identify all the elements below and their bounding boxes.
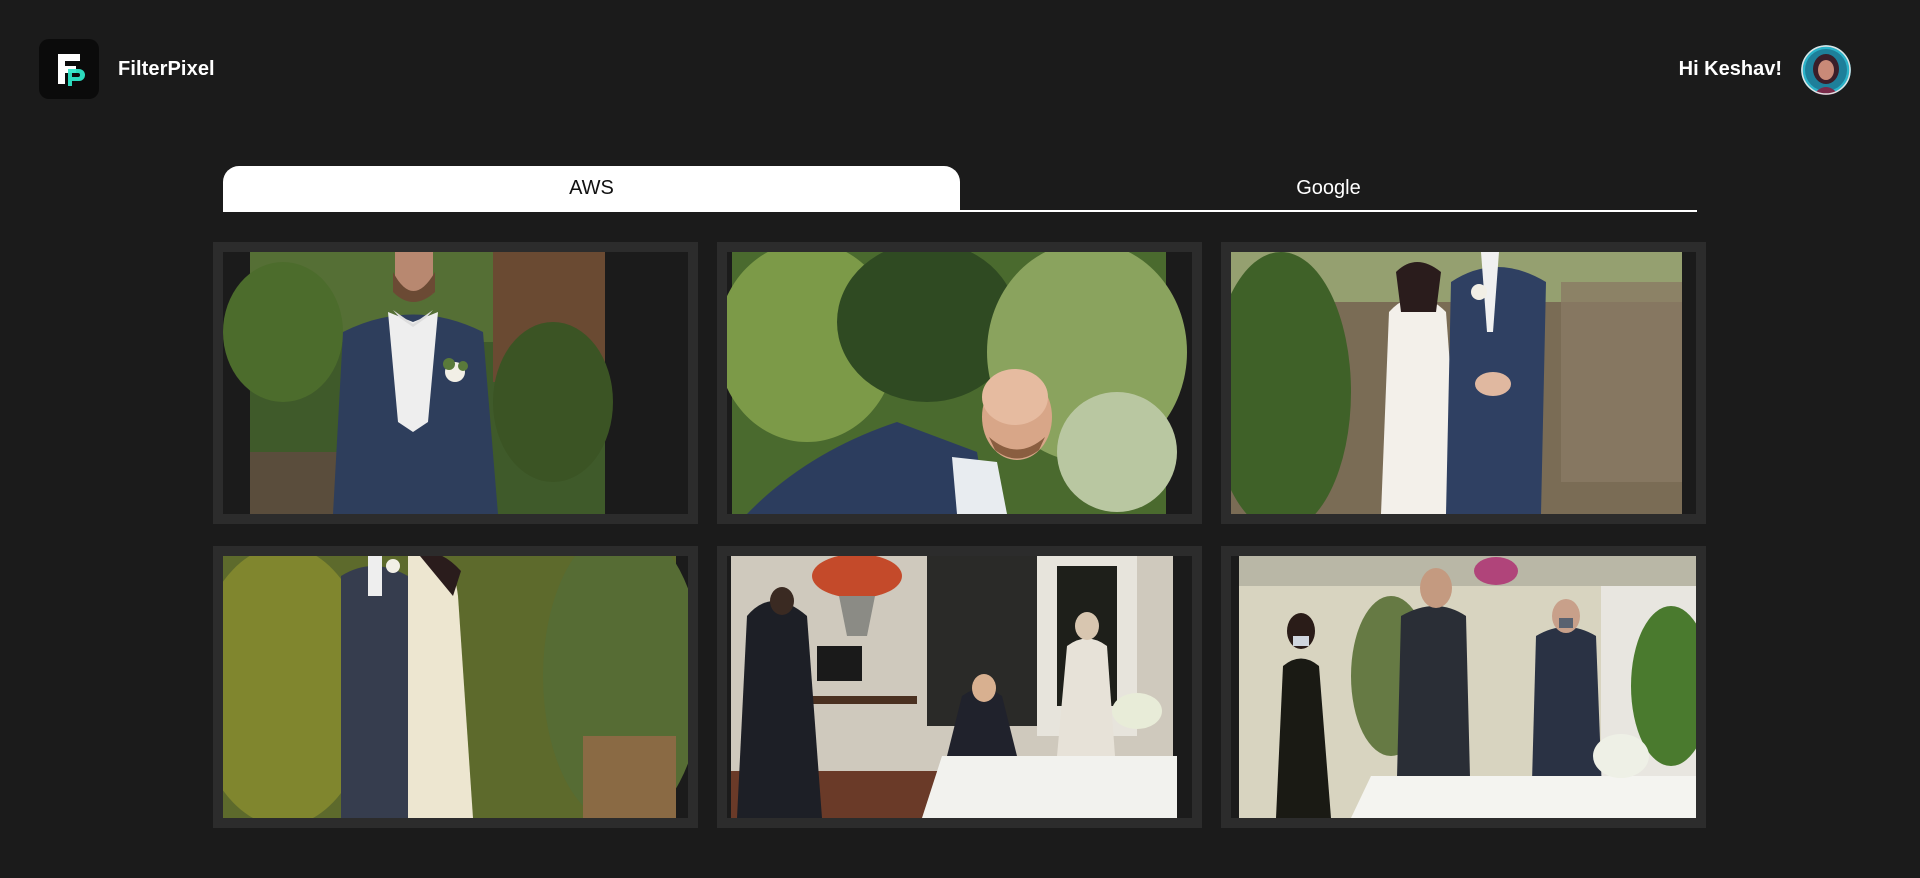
photo-card[interactable] [1221, 242, 1706, 524]
couple-standing-photo [223, 556, 688, 818]
brand-name[interactable]: FilterPixel [118, 58, 215, 81]
app-header: FilterPixel Hi Keshav! [0, 0, 1920, 140]
tab-google[interactable]: Google [960, 166, 1697, 210]
photo-card[interactable] [213, 546, 698, 828]
tab-aws[interactable]: AWS [223, 166, 960, 210]
photo-card[interactable] [717, 546, 1202, 828]
indoor-reception-photo [727, 556, 1192, 818]
avatar[interactable] [1801, 45, 1851, 95]
filterpixel-logo-icon[interactable] [39, 39, 99, 99]
couple-holding-hands-photo [1231, 252, 1696, 514]
provider-tabs: AWS Google [223, 166, 1697, 212]
photo-card[interactable] [213, 242, 698, 524]
photo-card[interactable] [1221, 546, 1706, 828]
user-greeting: Hi Keshav! [1678, 58, 1782, 80]
groom-portrait-photo [223, 252, 688, 514]
photo-card[interactable] [717, 242, 1202, 524]
patio-guests-photo [1231, 556, 1696, 818]
groom-leaning-photo [727, 252, 1192, 514]
